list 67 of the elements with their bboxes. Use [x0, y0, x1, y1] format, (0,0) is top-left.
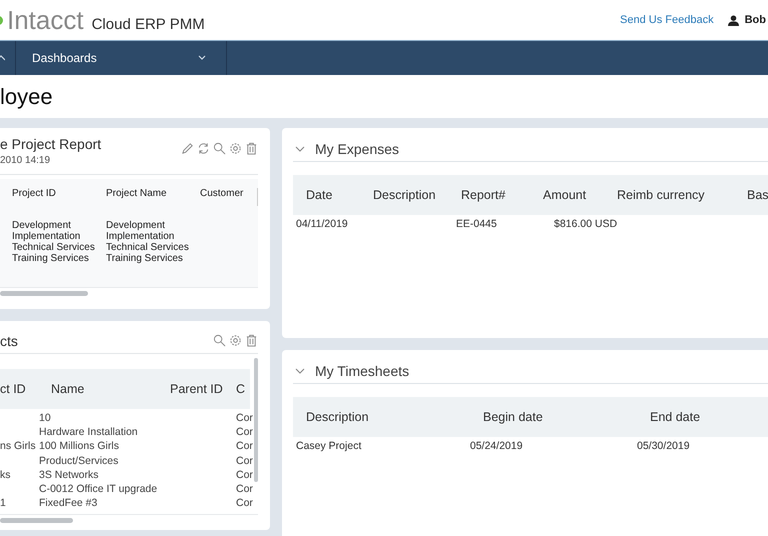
- table-cell: Cor: [236, 412, 253, 424]
- feedback-link[interactable]: Send Us Feedback: [620, 14, 714, 26]
- logo-text: Intacct: [7, 4, 84, 36]
- table-cell: $816.00 USD: [554, 218, 618, 230]
- column-header: Bas: [746, 188, 768, 202]
- card-title: My Timesheets: [315, 362, 410, 378]
- column-header: Description: [305, 410, 370, 424]
- table-cell-text: Development Implementation Technical Services Training Services: [12, 220, 96, 264]
- table-cell: 05/24/2019: [470, 440, 523, 452]
- table-cell: Product/Services: [39, 454, 118, 467]
- column-header: Project Name: [106, 188, 168, 201]
- table-cell-text: Development Implementation Technical Services Training Services: [106, 220, 190, 264]
- search-icon[interactable]: [213, 334, 226, 347]
- table-cell: 05/30/2019: [637, 440, 690, 452]
- settings-icon[interactable]: [229, 142, 242, 155]
- table-cell: Cor: [236, 440, 253, 452]
- user-name[interactable]: Bob: [744, 14, 766, 26]
- table-cell: ns Girls: [0, 440, 36, 452]
- column-header: Name: [50, 382, 86, 396]
- chevron-down-icon[interactable]: [295, 368, 305, 374]
- card-title: My Expenses: [315, 140, 400, 156]
- table-cell: EE-0445: [456, 218, 497, 230]
- table-cell: 04/11/2019: [296, 218, 348, 230]
- scrollbar-thumb[interactable]: [0, 290, 88, 296]
- table-cell: 1: [0, 497, 6, 510]
- column-header: End date: [649, 410, 702, 424]
- table-cell: 10: [39, 412, 51, 424]
- column-header: Project ID: [12, 188, 57, 201]
- column-header: Amount: [542, 188, 588, 202]
- table-cell: C-0012 Office IT upgrade: [39, 482, 158, 495]
- column-header: Parent ID: [170, 382, 224, 396]
- table-cell: Cor: [236, 426, 253, 438]
- table-cell: FixedFee #3: [39, 497, 98, 510]
- column-header: Report#: [460, 188, 506, 202]
- table-cell: Hardware Installation: [39, 426, 138, 438]
- column-header: Description: [372, 188, 437, 202]
- column-header: Reimb currency: [616, 188, 706, 202]
- chevron-down-icon: [198, 55, 206, 61]
- table-cell: 100 Millions Girls: [39, 440, 119, 452]
- settings-icon[interactable]: [229, 334, 242, 347]
- table-cell: Cor: [236, 497, 253, 510]
- user-icon: [728, 14, 739, 26]
- scrollbar-thumb[interactable]: [0, 518, 73, 522]
- edit-icon[interactable]: [181, 142, 194, 155]
- search-icon[interactable]: [213, 142, 226, 155]
- nav-menu-item[interactable]: Dashboards: [15, 41, 227, 75]
- refresh-icon[interactable]: [197, 142, 210, 155]
- table-cell: 3S Networks: [39, 468, 99, 481]
- column-header: ct ID: [0, 382, 27, 396]
- column-header: Customer: [200, 188, 244, 201]
- table-cell: ks: [0, 468, 10, 481]
- table-cell: Cor: [236, 454, 253, 467]
- page-title: loyee: [0, 83, 54, 111]
- table-cell: Cor: [236, 482, 253, 495]
- column-header: Begin date: [482, 410, 544, 424]
- card-title: e Project Report: [0, 136, 102, 152]
- delete-icon[interactable]: [245, 142, 258, 155]
- table-cell: Casey Project: [296, 440, 362, 452]
- product-name: Cloud ERP PMM: [92, 16, 205, 32]
- column-header: C: [236, 382, 246, 396]
- column-header: Date: [305, 188, 334, 202]
- chevron-down-icon[interactable]: [295, 146, 305, 152]
- table-cell: Cor: [236, 468, 253, 481]
- vertical-scrollbar[interactable]: [254, 358, 258, 482]
- card-title: cts: [0, 332, 18, 348]
- delete-icon[interactable]: [245, 334, 258, 347]
- timestamp: 2010 14:19: [0, 155, 52, 166]
